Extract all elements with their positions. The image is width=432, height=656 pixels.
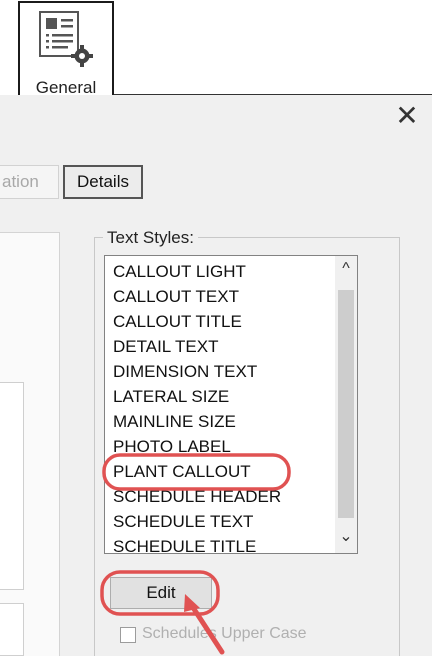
chevron-down-icon[interactable]: ⌄: [335, 526, 357, 550]
text-styles-listbox[interactable]: CALLOUT LIGHT CALLOUT TEXT CALLOUT TITLE…: [104, 255, 358, 554]
scrollbar-thumb[interactable]: [338, 290, 354, 518]
screenshot: General ✕ ation Details Text Styles: CAL…: [0, 0, 432, 656]
list-item-mainline-size[interactable]: MAINLINE SIZE: [113, 409, 281, 434]
schedules-upper-case-checkbox[interactable]: [120, 627, 136, 643]
list-item-schedule-header[interactable]: SCHEDULE HEADER: [113, 484, 281, 509]
divider-line: [114, 94, 432, 95]
list-item-detail-text[interactable]: DETAIL TEXT: [113, 334, 281, 359]
left-small-field[interactable]: [0, 603, 24, 656]
list-item-plant-callout[interactable]: PLANT CALLOUT: [113, 459, 281, 484]
left-list-field[interactable]: [0, 382, 24, 590]
tab-previous[interactable]: ation: [0, 165, 59, 199]
chevron-up-icon[interactable]: ^: [335, 260, 357, 284]
list-item-photo-label[interactable]: PHOTO LABEL: [113, 434, 281, 459]
schedules-upper-case-label: Schedules Upper Case: [142, 625, 307, 642]
list-item-lateral-size[interactable]: LATERAL SIZE: [113, 384, 281, 409]
list-item-dimension-text[interactable]: DIMENSION TEXT: [113, 359, 281, 384]
list-item-schedule-title[interactable]: SCHEDULE TITLE: [113, 534, 281, 553]
text-styles-label: Text Styles:: [103, 228, 198, 248]
list-item-callout-title[interactable]: CALLOUT TITLE: [113, 309, 281, 334]
edit-button[interactable]: Edit: [110, 577, 212, 609]
tab-details[interactable]: Details: [63, 165, 143, 199]
listbox-scrollbar[interactable]: ^ ⌄: [335, 256, 357, 553]
text-styles-items: CALLOUT LIGHT CALLOUT TEXT CALLOUT TITLE…: [113, 259, 281, 553]
close-icon[interactable]: ✕: [392, 101, 422, 131]
general-button[interactable]: General: [18, 1, 114, 106]
list-item-schedule-text[interactable]: SCHEDULE TEXT: [113, 509, 281, 534]
list-item-callout-text[interactable]: CALLOUT TEXT: [113, 284, 281, 309]
general-settings-icon: [39, 11, 93, 67]
list-item-callout-light[interactable]: CALLOUT LIGHT: [113, 259, 281, 284]
